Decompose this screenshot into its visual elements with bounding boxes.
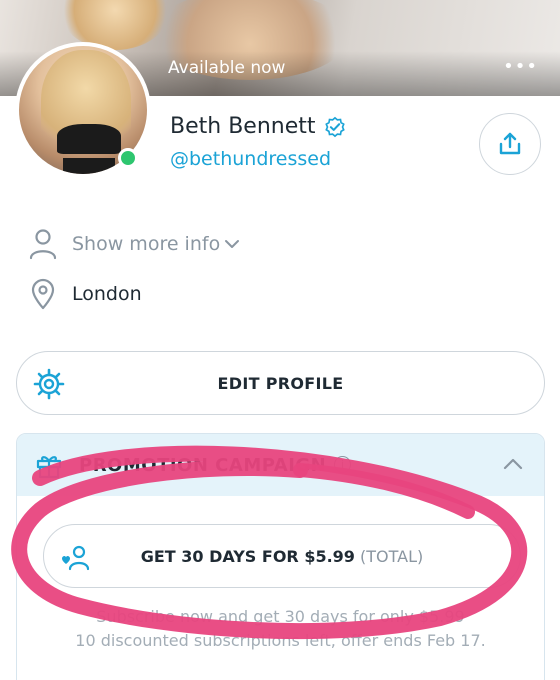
share-icon	[499, 132, 521, 155]
subscribe-deal-button[interactable]: GET 30 DAYS FOR $5.99 (TOTAL)	[43, 524, 521, 588]
promotion-title: PROMOTION CAMPAIGN	[79, 455, 327, 476]
gift-icon	[36, 456, 62, 479]
edit-profile-button[interactable]: EDIT PROFILE	[16, 351, 545, 415]
info-icon[interactable]: i	[334, 456, 351, 473]
profile-name: Beth Bennett	[170, 114, 316, 139]
avatar-photo-detail	[57, 124, 121, 154]
avatar-photo-detail	[63, 158, 115, 174]
deal-main-text: GET 30 DAYS FOR $5.99	[140, 547, 355, 566]
show-more-info-label: Show more info	[72, 233, 221, 255]
edit-profile-label: EDIT PROFILE	[217, 374, 344, 393]
promotion-panel: PROMOTION CAMPAIGN i GET 30 DAYS FOR $5.…	[16, 433, 545, 680]
location-label: London	[72, 283, 142, 305]
verified-icon	[324, 116, 345, 137]
chevron-up-icon[interactable]	[502, 456, 524, 472]
share-button[interactable]	[479, 113, 541, 175]
promotion-offer-details: 10 discounted subscriptions left, offer …	[75, 631, 486, 650]
chevron-down-icon	[225, 240, 240, 248]
profile-name-row: Beth Bennett	[170, 114, 346, 139]
location-row: London	[28, 278, 142, 310]
deal-suffix-text: (TOTAL)	[360, 547, 424, 566]
ellipsis-icon[interactable]: •••	[503, 58, 538, 76]
promotion-note: Subscribe now and get 30 days for only $…	[96, 607, 465, 626]
profile-handle[interactable]: @bethundressed	[170, 148, 331, 170]
availability-status: Available now	[168, 58, 286, 78]
show-more-info[interactable]: Show more info	[28, 228, 240, 260]
promotion-header[interactable]: PROMOTION CAMPAIGN i	[17, 434, 544, 496]
online-status-dot	[118, 148, 138, 168]
user-icon	[29, 229, 57, 260]
deal-label: GET 30 DAYS FOR $5.99 (TOTAL)	[44, 547, 520, 566]
location-pin-icon	[31, 278, 55, 310]
